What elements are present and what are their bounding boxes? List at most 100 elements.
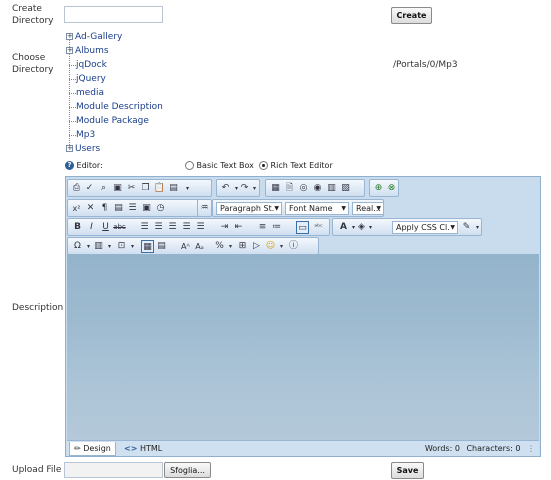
tree-item-jquery[interactable]: jQuery	[66, 73, 106, 85]
redo-dropdown-icon[interactable]: ▾	[248, 182, 261, 195]
align-right-icon[interactable]: ☰	[166, 221, 179, 234]
basic-text-box-radio[interactable]	[185, 161, 194, 170]
dropdown-arrow-icon: ▼	[341, 205, 346, 212]
bold-icon[interactable]: B	[71, 221, 84, 234]
toolbar-row-1: ⎙ ✓ ⌕ ▣ ✂ ❐ 📋 ▤ ▾ ↶ ▾ ↷ ▾ ▦ 🗎 ◎ ◉ ▥ ▧ ⊕ …	[67, 179, 407, 197]
paste-icon[interactable]: 📋	[153, 182, 166, 195]
tree-item-module-description[interactable]: Module Description	[66, 101, 163, 113]
tree-item-module-package[interactable]: Module Package	[66, 115, 149, 127]
flash-manager-icon[interactable]: ◎	[297, 182, 310, 195]
rich-text-editor-label[interactable]: Rich Text Editor	[271, 161, 333, 170]
superscript-icon[interactable]: x²	[70, 202, 83, 215]
bulleted-list-icon[interactable]: ≔	[270, 221, 283, 234]
tag-inspector-icon[interactable]: ▷	[250, 240, 263, 253]
tree-item-label[interactable]: media	[76, 88, 104, 98]
underline-icon[interactable]: U	[99, 221, 112, 234]
justify-none-icon[interactable]: ☰	[194, 221, 207, 234]
dropdown-arrow-icon: ▼	[376, 205, 381, 212]
save-template-icon[interactable]: ▧	[339, 182, 352, 195]
rich-text-editor-radio[interactable]	[259, 161, 268, 170]
expand-plus-icon[interactable]: +	[66, 33, 73, 40]
paste-dropdown-icon[interactable]: ▾	[181, 182, 194, 195]
tree-item-label[interactable]: Users	[75, 144, 100, 154]
paste-options-icon[interactable]: ▤	[167, 182, 180, 195]
tree-item-albums[interactable]: + Albums	[66, 45, 109, 57]
tree-item-label[interactable]: Module Package	[76, 116, 149, 126]
editor-status-bar: ✏ Design <> HTML Words: 0 Characters: 0 …	[67, 440, 539, 456]
paragraph-style-dropdown[interactable]: Paragraph St. ▼	[216, 202, 282, 215]
tree-item-users[interactable]: + Users	[66, 143, 100, 155]
indent-icon[interactable]: ⇥	[218, 221, 231, 234]
tree-item-jqdock[interactable]: jqDock	[66, 59, 107, 71]
tree-item-media[interactable]: media	[66, 87, 104, 99]
editor-content-area[interactable]	[67, 254, 539, 440]
rich-text-editor-option[interactable]: Rich Text Editor	[259, 160, 333, 172]
tree-item-label[interactable]: jqDock	[76, 60, 107, 70]
format-painter-icon[interactable]: ♒	[198, 202, 211, 215]
convert-upper-icon[interactable]: Aᴬ	[179, 240, 192, 253]
select-all-icon[interactable]: ▣	[111, 182, 124, 195]
form-element-dropdown-icon[interactable]: ▾	[126, 240, 139, 253]
tree-item-ad-gallery[interactable]: + Ad-Gallery	[66, 31, 122, 43]
expand-plus-icon[interactable]: +	[66, 47, 73, 54]
toggle-table-borders-icon[interactable]: ▦	[141, 240, 154, 253]
paragraph-icon[interactable]: ¶	[98, 202, 111, 215]
tab-html[interactable]: <> HTML	[120, 442, 166, 456]
show-borders-icon[interactable]: ▭	[296, 221, 309, 234]
numbered-list-icon[interactable]: ≡	[256, 221, 269, 234]
insert-time-icon[interactable]: ◷	[154, 202, 167, 215]
abc-check-icon[interactable]: ᵃᵇᶜ	[312, 221, 325, 234]
align-left-icon[interactable]: ☰	[138, 221, 151, 234]
font-size-dropdown[interactable]: Real... ▼	[352, 202, 384, 215]
tree-item-label[interactable]: Mp3	[76, 130, 95, 140]
align-center-icon[interactable]: ☰	[152, 221, 165, 234]
strikethrough-icon[interactable]: abc	[113, 221, 126, 234]
italic-icon[interactable]: I	[85, 221, 98, 234]
save-button[interactable]: Save	[391, 462, 424, 479]
document-manager-icon[interactable]: 🗎	[283, 182, 296, 195]
tab-design[interactable]: ✏ Design	[69, 442, 116, 456]
hyperlink-icon[interactable]: ⊕	[372, 182, 385, 195]
image-map-icon[interactable]: ▤	[155, 240, 168, 253]
upload-file-path[interactable]	[64, 462, 163, 478]
remove-format-icon[interactable]: ✕	[84, 202, 97, 215]
tree-item-label[interactable]: Ad-Gallery	[75, 32, 122, 42]
media-manager-icon[interactable]: ◉	[311, 182, 324, 195]
tree-item-label[interactable]: Module Description	[76, 102, 163, 112]
remove-link-icon[interactable]: ⊗	[385, 182, 398, 195]
spellcheck-icon[interactable]: ✓	[83, 182, 96, 195]
tree-item-label[interactable]: Albums	[75, 46, 109, 56]
resize-grip-icon[interactable]: ⋮	[527, 444, 535, 453]
basic-text-box-label[interactable]: Basic Text Box	[197, 161, 254, 170]
convert-lower-icon[interactable]: Aₐ	[193, 240, 206, 253]
toolbar-group-edit: ⎙ ✓ ⌕ ▣ ✂ ❐ 📋 ▤ ▾	[67, 179, 212, 197]
create-directory-input[interactable]	[64, 6, 163, 23]
choose-directory-label: Choose Directory	[12, 53, 54, 75]
tree-item-mp3[interactable]: Mp3	[66, 129, 95, 141]
image-manager-icon[interactable]: ▦	[269, 182, 282, 195]
insert-date-icon[interactable]: ▣	[140, 202, 153, 215]
justify-icon[interactable]: ☰	[180, 221, 193, 234]
table-icon[interactable]: ▤	[112, 202, 125, 215]
copy-icon[interactable]: ❐	[139, 182, 152, 195]
outdent-icon[interactable]: ⇤	[232, 221, 245, 234]
basic-text-box-option[interactable]: Basic Text Box	[185, 160, 254, 172]
format-stripper-dropdown-icon[interactable]: ▾	[471, 221, 484, 234]
print-icon[interactable]: ⎙	[70, 182, 83, 195]
toolbar-group-format: x² ✕ ¶ ▤ ☰ ▣ ◷	[67, 199, 207, 217]
module-manager-icon[interactable]: ⊞	[236, 240, 249, 253]
find-replace-icon[interactable]: ⌕	[97, 182, 110, 195]
template-manager-icon[interactable]: ▥	[325, 182, 338, 195]
css-class-dropdown[interactable]: Apply CSS Cl. ▼	[392, 221, 458, 234]
horizontal-rule-icon[interactable]: ☰	[126, 202, 139, 215]
about-icon[interactable]: ⓘ	[287, 240, 300, 253]
browse-button[interactable]: Sfoglia...	[164, 462, 211, 478]
create-button[interactable]: Create	[391, 7, 432, 24]
font-name-dropdown[interactable]: Font Name ▼	[285, 202, 349, 215]
tree-item-label[interactable]: jQuery	[76, 74, 106, 84]
help-icon[interactable]: ?	[65, 161, 74, 170]
expand-plus-icon[interactable]: +	[66, 145, 73, 152]
dropdown-arrow-icon: ▼	[274, 205, 279, 212]
cut-icon[interactable]: ✂	[125, 182, 138, 195]
back-color-dropdown-icon[interactable]: ▾	[364, 221, 377, 234]
